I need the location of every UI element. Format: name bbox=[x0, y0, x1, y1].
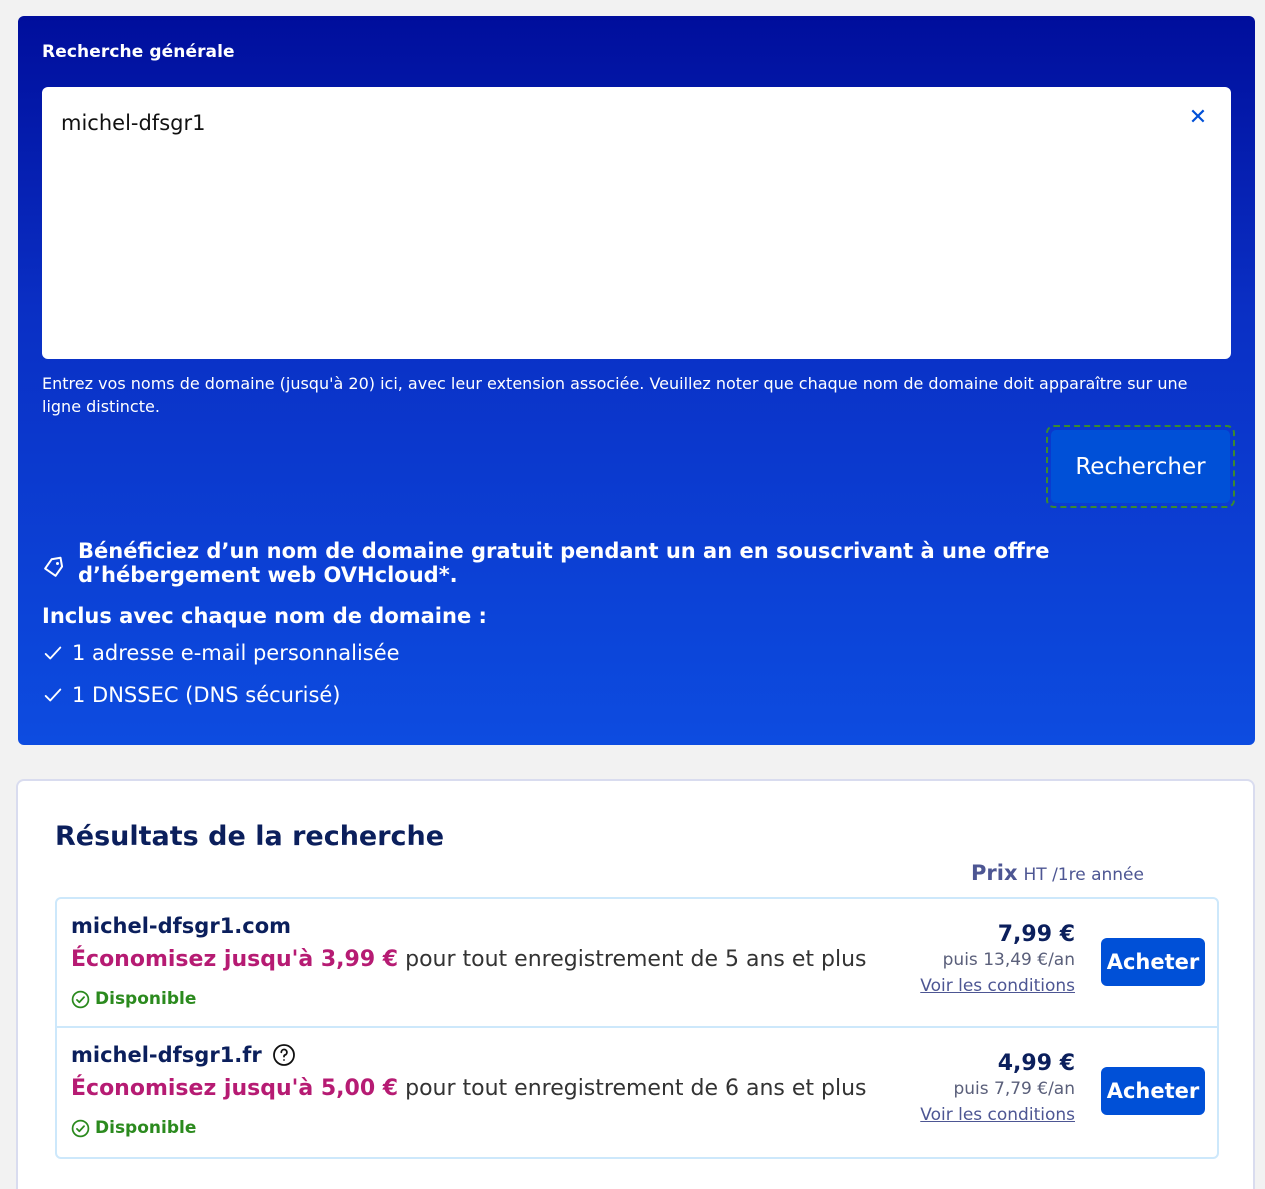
promo-banner: Bénéficiez d’un nom de domaine gratuit p… bbox=[42, 539, 1232, 587]
buy-button[interactable]: Acheter bbox=[1101, 938, 1205, 986]
included-item: 1 DNSSEC (DNS sécurisé) bbox=[42, 683, 341, 707]
result-row: michel-dfsgr1.com Économisez jusqu'à 3,9… bbox=[57, 899, 1217, 1028]
close-icon[interactable]: ✕ bbox=[1185, 105, 1211, 131]
price-renewal: puis 7,79 €/an bbox=[953, 1079, 1075, 1099]
domain-search-panel: Recherche générale michel-dfsgr1 ✕ Entre… bbox=[18, 16, 1255, 745]
saving-line: Économisez jusqu'à 5,00 € pour tout enre… bbox=[71, 1076, 867, 1101]
check-icon bbox=[44, 646, 62, 660]
result-domain-name: michel-dfsgr1.com bbox=[71, 914, 291, 938]
check-circle-icon bbox=[71, 990, 90, 1008]
price-header-sub: HT /1re année bbox=[1023, 865, 1144, 885]
availability-status: Disponible bbox=[71, 1118, 196, 1138]
domain-name-text: michel-dfsgr1.com bbox=[71, 914, 292, 938]
question-circle-icon[interactable] bbox=[272, 1043, 296, 1067]
check-circle-icon bbox=[71, 1119, 90, 1137]
status-label: Disponible bbox=[95, 989, 197, 1009]
included-item-label: 1 DNSSEC (DNS sécurisé) bbox=[72, 683, 341, 707]
conditions-link[interactable]: Voir les conditions bbox=[920, 971, 1075, 1001]
result-domain-name: michel-dfsgr1.fr bbox=[71, 1043, 296, 1067]
price-block: 4,99 € puis 7,79 €/an Voir les condition… bbox=[920, 1050, 1075, 1130]
saving-amount: Économisez jusqu'à 3,99 € bbox=[71, 947, 399, 972]
price-column-header: Prix HT /1re année bbox=[971, 861, 1144, 885]
domain-name-text: michel-dfsgr1.fr bbox=[71, 1043, 262, 1067]
promo-text: Bénéficiez d’un nom de domaine gratuit p… bbox=[78, 539, 1050, 587]
status-label: Disponible bbox=[95, 1118, 197, 1138]
included-title: Inclus avec chaque nom de domaine : bbox=[42, 604, 487, 628]
price-header-label: Prix bbox=[971, 861, 1018, 885]
search-input-value[interactable]: michel-dfsgr1 bbox=[61, 111, 205, 135]
included-item-label: 1 adresse e-mail personnalisée bbox=[72, 641, 400, 665]
saving-line: Économisez jusqu'à 3,99 € pour tout enre… bbox=[71, 947, 867, 972]
price-first-year: 7,99 € bbox=[997, 922, 1075, 947]
conditions-link[interactable]: Voir les conditions bbox=[920, 1100, 1075, 1130]
search-label: Recherche générale bbox=[42, 42, 235, 62]
search-button-focus-ring: Rechercher bbox=[1046, 425, 1235, 508]
results-title: Résultats de la recherche bbox=[55, 821, 445, 852]
results-list: michel-dfsgr1.com Économisez jusqu'à 3,9… bbox=[55, 897, 1219, 1159]
price-block: 7,99 € puis 13,49 €/an Voir les conditio… bbox=[920, 921, 1075, 1001]
result-row: michel-dfsgr1.fr Économisez jusqu'à 5,00… bbox=[57, 1028, 1217, 1157]
search-button[interactable]: Rechercher bbox=[1051, 430, 1230, 503]
included-item: 1 adresse e-mail personnalisée bbox=[42, 641, 400, 665]
availability-status: Disponible bbox=[71, 989, 196, 1009]
price-renewal: puis 13,49 €/an bbox=[942, 950, 1075, 970]
saving-description: pour tout enregistrement de 6 ans et plu… bbox=[398, 1076, 867, 1101]
search-helper-text: Entrez vos noms de domaine (jusqu'à 20) … bbox=[42, 374, 1188, 416]
domain-search-textarea[interactable]: michel-dfsgr1 ✕ bbox=[42, 87, 1231, 359]
buy-button[interactable]: Acheter bbox=[1101, 1067, 1205, 1115]
price-first-year: 4,99 € bbox=[997, 1051, 1075, 1076]
tag-icon bbox=[44, 556, 64, 577]
saving-amount: Économisez jusqu'à 5,00 € bbox=[71, 1076, 399, 1101]
search-results-card: Résultats de la recherche Prix HT /1re a… bbox=[16, 779, 1255, 1189]
check-icon bbox=[44, 688, 62, 702]
saving-description: pour tout enregistrement de 5 ans et plu… bbox=[398, 947, 867, 972]
